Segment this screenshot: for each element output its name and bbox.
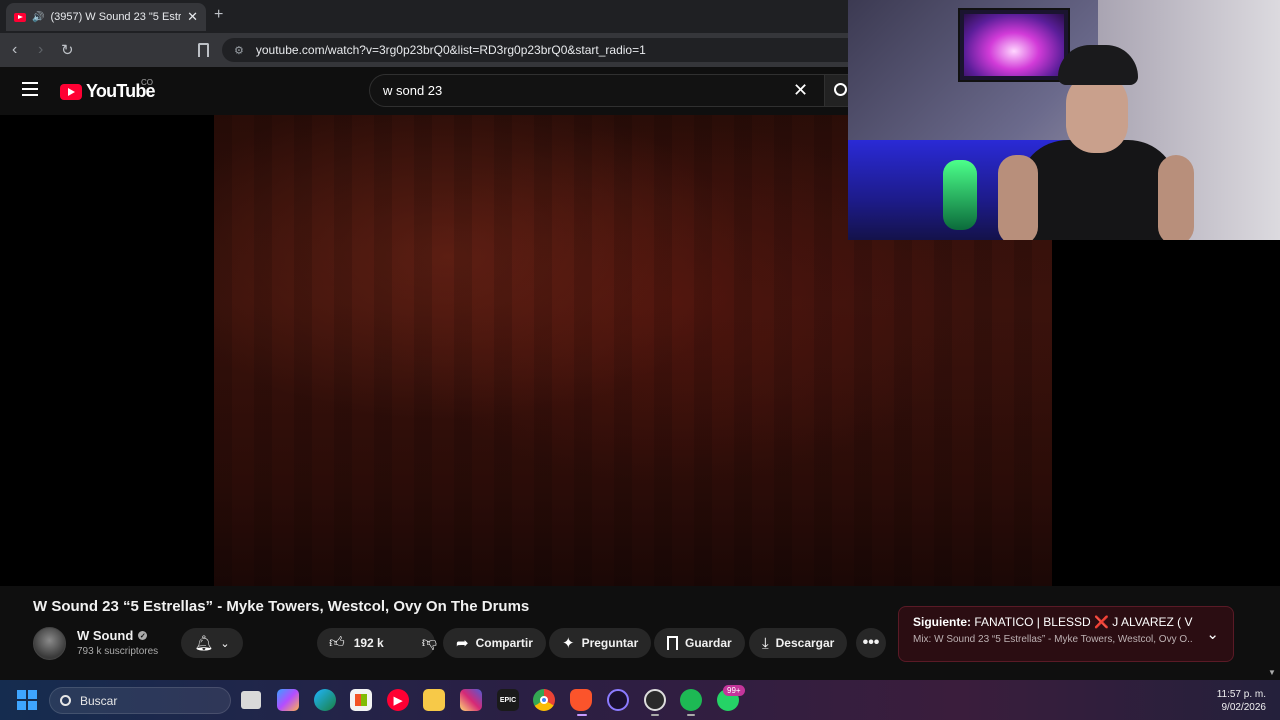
channel-avatar[interactable] <box>33 627 66 660</box>
download-icon: ⤓ <box>762 634 769 652</box>
next-up-card[interactable]: Siguiente: FANATICO | BLESSD ❌ J ALVAREZ… <box>898 606 1234 662</box>
menu-icon[interactable] <box>22 82 38 96</box>
windows-logo-square-2 <box>28 690 37 699</box>
cortana-icon[interactable] <box>607 689 629 711</box>
site-info-icon[interactable]: ⚙ <box>234 44 244 57</box>
file-explorer-icon[interactable] <box>423 689 445 711</box>
channel-name-text: W Sound <box>77 628 134 643</box>
chevron-down-icon: ⌄ <box>220 637 230 650</box>
chrome-center <box>540 696 548 704</box>
webcam-person-body <box>1018 140 1178 240</box>
like-count: 192 k <box>353 636 384 650</box>
country-code: CO <box>141 78 153 87</box>
taskbar-search-icon <box>60 695 71 706</box>
forward-icon[interactable]: › <box>38 41 43 59</box>
subscriber-count: 793 k suscriptores <box>77 646 159 657</box>
webcam-person-arm-left <box>998 155 1038 240</box>
back-icon[interactable]: ‹ <box>12 41 17 59</box>
save-label: Guardar <box>685 636 732 650</box>
ask-label: Preguntar <box>581 636 639 650</box>
share-icon: ➦ <box>456 635 469 652</box>
browser-tab[interactable]: 🔊 (3957) W Sound 23 "5 Estrellas" ✕ <box>6 3 206 31</box>
whatsapp-badge: 99+ <box>723 685 745 696</box>
spotify-icon[interactable] <box>680 689 702 711</box>
sparkle-icon: ✦ <box>562 635 575 652</box>
taskbar-search[interactable]: Buscar <box>49 687 231 714</box>
webcam-overlay <box>848 0 1280 240</box>
expand-chevron-icon[interactable]: ⌄ <box>1206 625 1219 643</box>
download-button[interactable]: ⤓ Descargar <box>749 628 848 658</box>
address-bar[interactable]: ⚙ youtube.com/watch?v=3rg0p23brQ0&list=R… <box>222 38 862 62</box>
system-clock[interactable]: 11:57 p. m. 9/02/2026 <box>1200 688 1266 714</box>
url-text: youtube.com/watch?v=3rg0p23brQ0&list=RD3… <box>255 43 646 57</box>
scroll-down-icon[interactable]: ▼ <box>1268 668 1276 677</box>
brave-icon[interactable] <box>570 689 592 711</box>
brave-active-indicator <box>577 714 587 716</box>
instagram-icon[interactable] <box>460 689 482 711</box>
notifications-button[interactable]: 🔔︎ ⌄ <box>181 628 243 658</box>
webcam-person-cap <box>1058 45 1138 85</box>
store-logo <box>355 694 367 706</box>
next-up-title-x: ❌ <box>1093 615 1109 629</box>
edge-icon[interactable] <box>314 689 336 711</box>
obs-active-indicator <box>651 714 659 716</box>
ask-button[interactable]: ✦ Preguntar <box>549 628 652 658</box>
webcam-person <box>998 45 1198 240</box>
windows-logo-square-1 <box>17 690 26 699</box>
youtube-favicon-icon <box>14 12 26 22</box>
next-up-mix: Mix: W Sound 23 “5 Estrellas” - Myke Tow… <box>913 634 1193 645</box>
bell-icon: 🔔︎ <box>194 635 214 652</box>
webcam-person-face <box>1066 73 1128 153</box>
windows-logo-square-3 <box>17 701 26 710</box>
epic-games-icon[interactable]: EPIC <box>497 689 519 711</box>
search-input[interactable]: w sond 23 <box>369 74 824 107</box>
tab-title: (3957) W Sound 23 "5 Estrellas" <box>50 11 182 23</box>
next-up-title-part1: FANATICO | BLESSD <box>974 615 1091 629</box>
store-icon[interactable] <box>350 689 372 711</box>
thumbs-up-icon: 👍︎ <box>329 634 345 651</box>
copilot-icon[interactable] <box>277 689 299 711</box>
new-tab-button[interactable]: + <box>214 6 223 24</box>
like-button[interactable]: 👍︎ 192 k <box>317 628 396 658</box>
save-button[interactable]: Guardar <box>654 628 745 658</box>
task-view-icon[interactable] <box>241 691 261 709</box>
spotify-active-indicator <box>687 714 695 716</box>
bookmark-save-icon <box>667 636 678 650</box>
like-dislike-group: 👍︎ 192 k 👎︎ <box>317 628 437 658</box>
share-label: Compartir <box>475 636 533 650</box>
video-title: W Sound 23 “5 Estrellas” - Myke Towers, … <box>33 598 530 615</box>
share-button[interactable]: ➦ Compartir <box>443 628 546 658</box>
windows-logo-square-4 <box>28 701 37 710</box>
search-icon <box>834 83 847 96</box>
clock-date: 9/02/2026 <box>1221 702 1267 713</box>
verified-icon: ✓ <box>138 631 148 640</box>
next-up-label: Siguiente: <box>913 615 972 629</box>
next-up-title-part2: J ALVAREZ ( VID... <box>1112 615 1193 629</box>
youtube-play-logo-icon <box>60 83 82 100</box>
thumbs-down-icon: 👎︎ <box>421 634 437 651</box>
more-actions-button[interactable]: ••• <box>856 628 886 658</box>
more-icon: ••• <box>862 634 880 651</box>
obs-icon[interactable] <box>644 689 666 711</box>
download-label: Descargar <box>775 636 835 650</box>
youtube-music-icon[interactable]: ▶ <box>387 689 409 711</box>
speaker-icon[interactable]: 🔊 <box>32 12 44 23</box>
next-up-title: Siguiente: FANATICO | BLESSD ❌ J ALVAREZ… <box>913 615 1193 629</box>
clock-time: 11:57 p. m. <box>1216 689 1266 700</box>
webcam-microphone <box>943 160 977 230</box>
bookmark-icon[interactable] <box>198 43 209 57</box>
reload-icon[interactable]: ↻ <box>61 41 74 59</box>
chrome-icon[interactable] <box>533 689 555 711</box>
taskbar-search-label: Buscar <box>80 693 118 708</box>
clear-search-icon[interactable]: ✕ <box>793 80 808 101</box>
windows-start-icon[interactable] <box>17 690 37 710</box>
close-tab-icon[interactable]: ✕ <box>187 9 198 25</box>
webcam-person-arm-right <box>1158 155 1194 240</box>
channel-name[interactable]: W Sound ✓ <box>77 628 148 643</box>
